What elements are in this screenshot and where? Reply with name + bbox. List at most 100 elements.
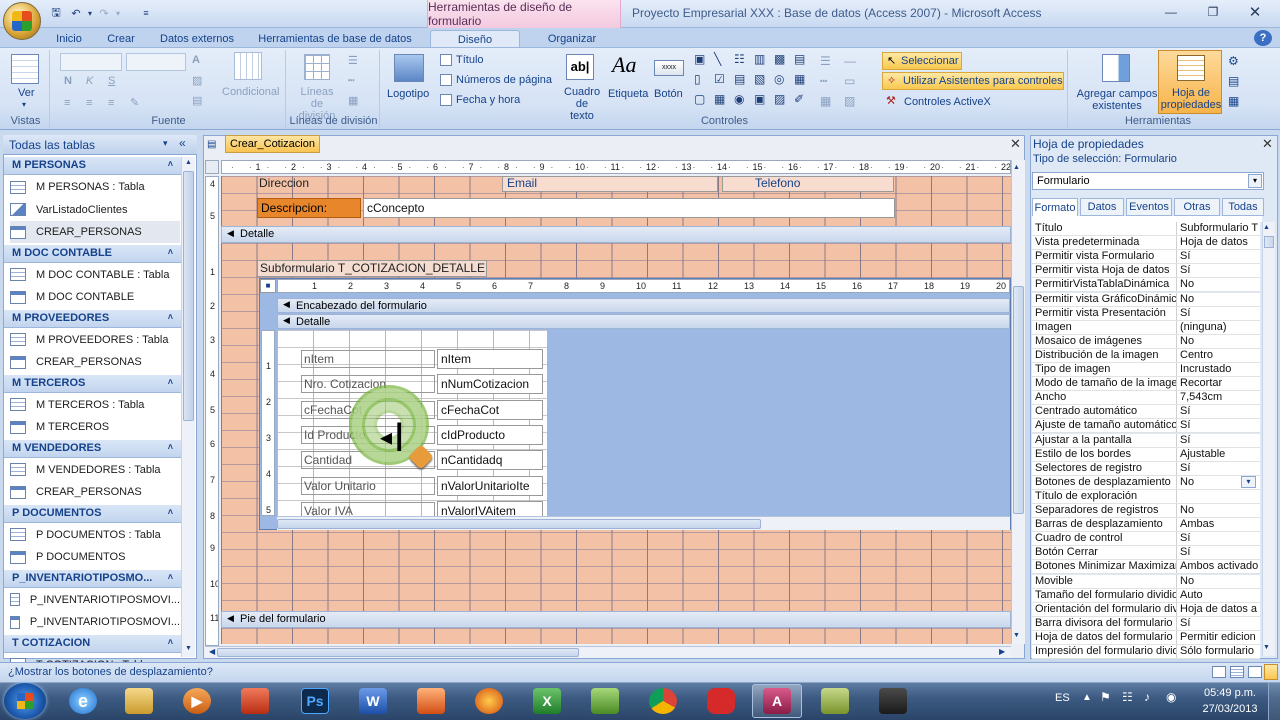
property-value[interactable]: Ambas [1177, 518, 1260, 531]
collapse-group-icon[interactable]: ˄ [168, 312, 173, 322]
field-textbox[interactable]: cFechaCot [437, 399, 543, 420]
property-row[interactable]: Botón Cerrar Sí [1032, 546, 1260, 561]
help-icon[interactable]: ? [1254, 30, 1272, 46]
line-width-icon[interactable]: ☰ [348, 54, 358, 67]
collapse-group-icon[interactable]: ˄ [168, 572, 173, 582]
show-desktop-button[interactable] [1268, 683, 1280, 720]
property-row[interactable]: Título Subformulario T [1032, 222, 1260, 236]
property-row[interactable]: Permitir vista Hoja de datos Sí [1032, 264, 1260, 279]
collapse-group-icon[interactable]: ˄ [168, 637, 173, 647]
doc-hscroll-thumb[interactable] [217, 648, 579, 657]
property-value[interactable]: Sí [1177, 307, 1260, 320]
property-row[interactable]: Centrado automático Sí [1032, 405, 1260, 420]
doc-vscroll[interactable]: ▲ ▼ [1011, 160, 1025, 644]
line-color-ctl-icon[interactable]: — [844, 54, 856, 68]
add-fields-icon[interactable] [1102, 54, 1130, 82]
tab-datos-externos[interactable]: Datos externos [152, 30, 242, 48]
field-label[interactable]: Valor IVA [301, 501, 435, 516]
label-button[interactable]: Etiqueta [608, 88, 648, 100]
property-row[interactable]: Botones de desplazamiento No [1032, 475, 1260, 490]
wizard-toggle[interactable]: ✧ Utilizar Asistentes para controles [882, 72, 1064, 90]
page-break-icon[interactable]: ▦ [714, 92, 734, 112]
nav-group-header[interactable]: T COTIZACION ˄ [4, 634, 181, 653]
nav-item[interactable]: M TERCEROS [10, 416, 180, 438]
date-time-button[interactable]: Fecha y hora [456, 94, 520, 106]
rectangle-tool-icon[interactable]: ▯ [694, 72, 714, 92]
subform-hscroll[interactable] [277, 516, 1010, 530]
line-thickness-icon[interactable]: ☰ [820, 54, 831, 68]
property-value[interactable]: Sí [1177, 546, 1260, 559]
property-row[interactable]: Título de exploración [1032, 489, 1260, 504]
property-value[interactable]: Sí [1177, 532, 1260, 545]
line-color-icon[interactable]: ▤ [192, 94, 202, 107]
conditional-button[interactable]: Condicional [222, 86, 279, 98]
taskbar-app-dark[interactable] [868, 684, 918, 718]
property-value[interactable]: Sí [1177, 419, 1260, 432]
nav-group-header[interactable]: M TERCEROS ˄ [4, 374, 181, 393]
tab-diseno[interactable]: Diseño [430, 30, 520, 48]
nav-item[interactable]: P_INVENTARIOTIPOSMOVI... [10, 611, 180, 633]
nav-item[interactable]: P DOCUMENTOS : Tabla [10, 524, 180, 546]
field-textbox[interactable]: nNumCotizacion [437, 374, 543, 395]
taskbar-word[interactable]: W [348, 684, 398, 718]
property-row[interactable]: Hoja de datos del formulario Permitir edi… [1032, 630, 1260, 645]
property-row[interactable]: Mosaico de imágenes No [1032, 334, 1260, 349]
bold-button[interactable]: N [64, 75, 72, 87]
taskbar-firefox[interactable] [464, 684, 514, 718]
radio-tool-icon[interactable]: ◉ [734, 92, 754, 112]
vscroll-up-icon[interactable]: ▲ [1013, 164, 1020, 171]
unbound-frame-icon[interactable]: ▨ [774, 92, 794, 112]
effect-icon[interactable]: ▨ [844, 94, 855, 108]
taskbar-app-red[interactable] [230, 684, 280, 718]
tab-control-icon[interactable]: ▣ [694, 52, 714, 72]
subform-label[interactable]: Subformulario T_COTIZACION_DETALLE [257, 260, 487, 277]
close-icon[interactable]: ✕ [1234, 2, 1276, 22]
nav-shutter-icon[interactable]: « [179, 136, 186, 150]
document-tab[interactable]: Crear_Cotizacion [225, 135, 320, 153]
scroll-up-icon[interactable]: ▲ [183, 159, 194, 169]
property-row[interactable]: Ajustar a la pantalla Sí [1032, 433, 1260, 448]
subform-selector-icon[interactable]: ■ [260, 279, 276, 293]
toggle-tool-icon[interactable]: ▣ [754, 92, 774, 112]
restore-icon[interactable]: ❐ [1192, 2, 1234, 22]
select-button[interactable]: ↖ Seleccionar [882, 52, 962, 70]
property-row[interactable]: Imagen (ninguna) [1032, 320, 1260, 335]
taskbar-chrome[interactable] [638, 684, 688, 718]
property-value[interactable]: Hoja de datos a [1177, 603, 1260, 616]
nav-item[interactable]: P DOCUMENTOS [10, 546, 180, 568]
subform-tool-icon[interactable]: ▧ [754, 72, 774, 92]
property-row[interactable]: Permitir vista Presentación Sí [1032, 306, 1260, 321]
field-label[interactable]: nItem [301, 350, 435, 368]
form-view-icon[interactable] [1212, 666, 1226, 678]
property-row[interactable]: Barras de desplazamiento Ambas [1032, 518, 1260, 533]
tab-inicio[interactable]: Inicio [48, 30, 90, 48]
customize-qat-icon[interactable]: ≡ [138, 5, 154, 21]
font-name-combo[interactable] [60, 53, 122, 71]
save-icon[interactable]: 🖫 [48, 5, 64, 21]
taskbar-media[interactable]: ▶ [172, 684, 222, 718]
taskbar-project[interactable] [580, 684, 630, 718]
property-value[interactable]: No [1177, 293, 1260, 306]
concepto-textbox[interactable]: cConcepto [363, 198, 895, 218]
property-value[interactable]: Sí [1177, 617, 1260, 630]
tray-expand-icon[interactable]: ▲ [1082, 692, 1092, 703]
email-label[interactable]: Email [502, 176, 718, 192]
view-button[interactable]: Ver [18, 87, 35, 99]
property-row[interactable]: Permitir vista GráficoDinámico No [1032, 292, 1260, 307]
property-value[interactable]: (ninguna) [1177, 321, 1260, 334]
property-row[interactable]: Orientación del formulario divididoHoja … [1032, 602, 1260, 617]
layout-view-icon[interactable] [1248, 666, 1262, 678]
pie-section-bar[interactable]: ◀ Pie del formulario [221, 611, 1011, 628]
format-painter-icon[interactable]: ✎ [130, 96, 139, 109]
field-textbox[interactable]: nValorUnitarioIte [437, 475, 543, 496]
props-scroll-down-icon[interactable]: ▼ [1263, 644, 1270, 651]
align-left-icon[interactable]: ≡ [64, 97, 70, 109]
nav-group-header[interactable]: P_INVENTARIOTIPOSMO... ˄ [4, 569, 181, 588]
property-row[interactable]: Tipo de imagen Incrustado [1032, 363, 1260, 377]
field-textbox[interactable]: cIdProducto [437, 424, 543, 445]
nav-item[interactable]: P_INVENTARIOTIPOSMOVI... [10, 589, 180, 611]
page-numbers-button[interactable]: Números de página [456, 74, 552, 86]
sub-detail-bar[interactable]: ◀ Detalle [277, 314, 1010, 329]
border-icon[interactable]: ▭ [844, 74, 855, 88]
property-row[interactable]: Ancho 7,543cm [1032, 391, 1260, 406]
